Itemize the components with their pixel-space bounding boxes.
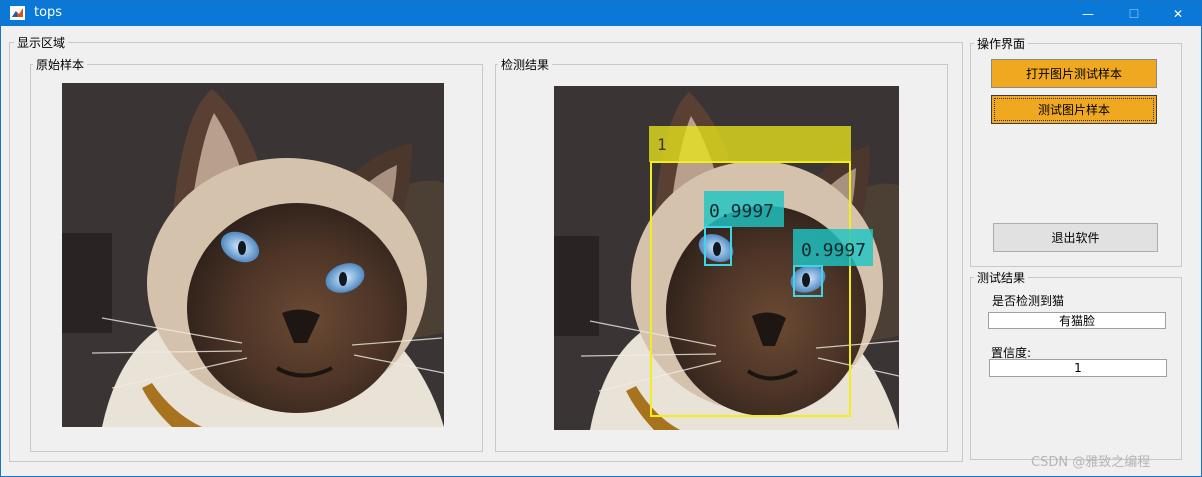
control-panel-title: 操作界面 <box>974 37 1029 51</box>
close-button[interactable]: ✕ <box>1155 1 1201 26</box>
detect-value-field[interactable]: 有猫脸 <box>988 312 1166 329</box>
left-eye-detection-label: 0.9997 <box>709 201 774 222</box>
confidence-value-field[interactable]: 1 <box>989 359 1167 377</box>
title-bar[interactable]: tops — ☐ ✕ <box>1 1 1201 26</box>
original-image <box>62 83 444 427</box>
app-window: tops — ☐ ✕ 显示区域 原始样本 检测结果 1 0.9997 0.999… <box>0 0 1202 477</box>
test-image-button[interactable]: 测试图片样本 <box>991 95 1157 124</box>
face-detection-label: 1 <box>657 135 667 154</box>
display-area-title: 显示区域 <box>14 36 69 50</box>
original-sample-title: 原始样本 <box>33 58 88 72</box>
result-image: 1 0.9997 0.9997 <box>554 86 899 430</box>
detection-result-title: 检测结果 <box>498 58 553 72</box>
maximize-button[interactable]: ☐ <box>1111 1 1157 26</box>
close-icon: ✕ <box>1172 6 1184 21</box>
matlab-icon <box>10 6 25 20</box>
open-image-button[interactable]: 打开图片测试样本 <box>991 59 1157 88</box>
test-result-title: 测试结果 <box>974 271 1029 285</box>
detect-label: 是否检测到猫 <box>992 294 1065 308</box>
minimize-button[interactable]: — <box>1065 1 1111 26</box>
window-title: tops <box>34 5 63 20</box>
watermark: CSDN @雅致之编程 <box>1031 455 1151 470</box>
right-eye-detection-label: 0.9997 <box>801 240 866 261</box>
maximize-icon: ☐ <box>1128 6 1140 21</box>
exit-button[interactable]: 退出软件 <box>993 223 1158 252</box>
minimize-icon: — <box>1082 6 1094 21</box>
